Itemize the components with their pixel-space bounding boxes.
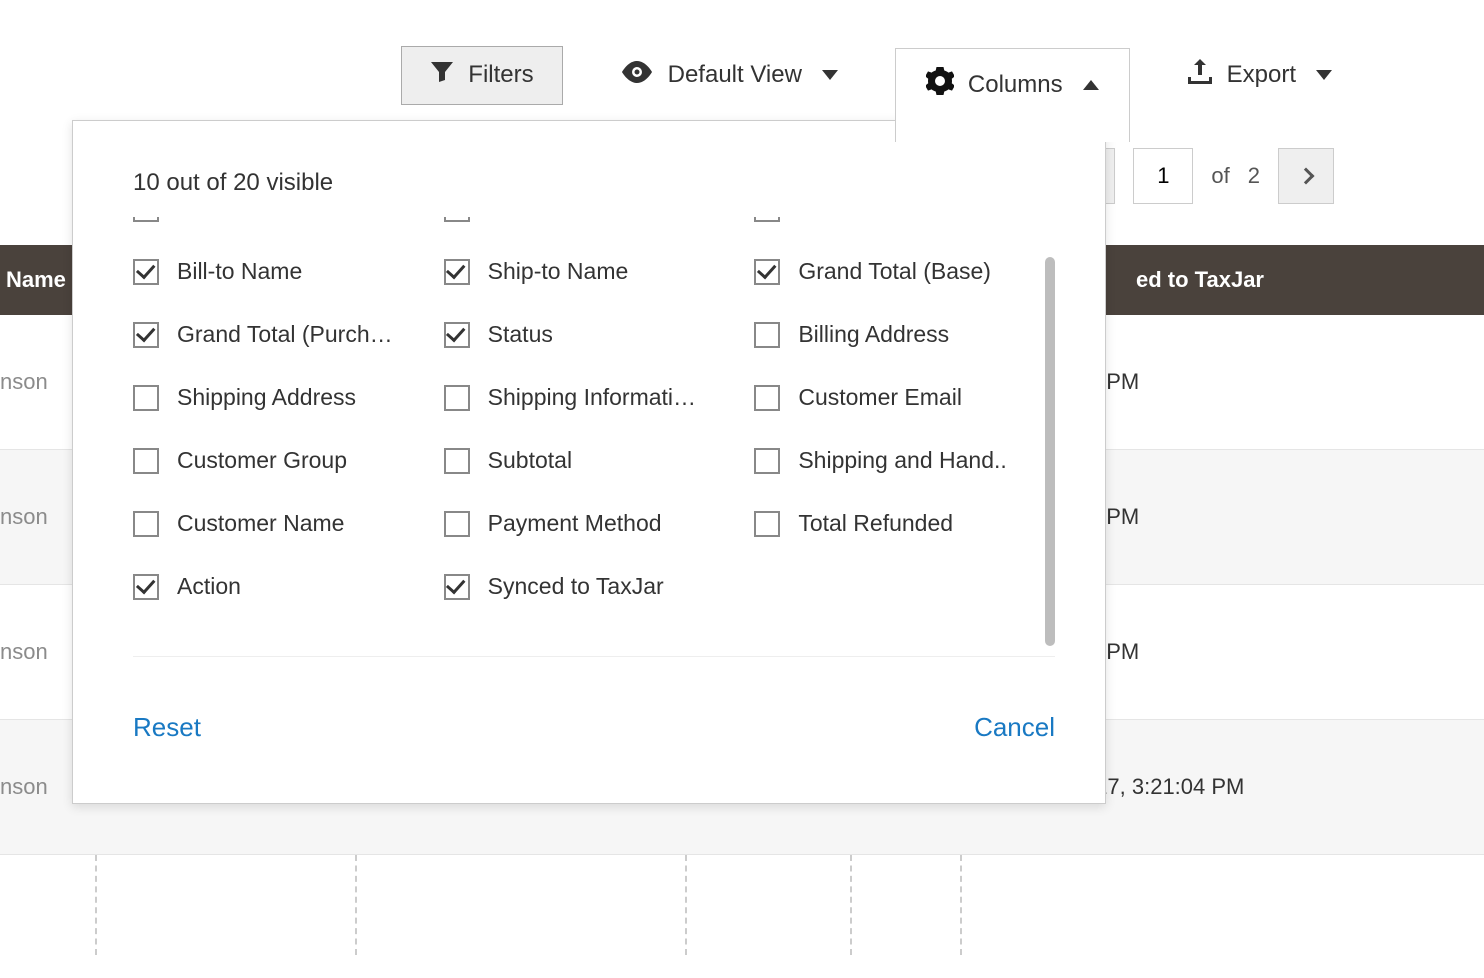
columns-scroll[interactable]: ID Purchase Point Purchase Date Bill-to Nam… [133, 217, 1055, 657]
chevron-right-icon [1298, 168, 1315, 185]
export-label: Export [1227, 61, 1296, 89]
column-option-label: Shipping and Hand.. [798, 447, 1006, 474]
column-option-label: Synced to TaxJar [488, 573, 664, 600]
column-option[interactable]: Customer Email [754, 366, 1055, 429]
eye-icon [620, 61, 654, 90]
checkbox[interactable] [754, 511, 780, 537]
column-option-label: Action [177, 573, 241, 600]
column-option[interactable]: Purchase Date [754, 217, 1055, 240]
caret-down-icon [1316, 70, 1332, 80]
column-option-label: Status [488, 321, 553, 348]
checkbox[interactable] [444, 574, 470, 600]
checkbox[interactable] [133, 322, 159, 348]
checkbox[interactable] [754, 322, 780, 348]
checkbox[interactable] [133, 259, 159, 285]
column-option-label: Shipping Address [177, 384, 356, 411]
column-option[interactable]: Purchase Point [444, 217, 745, 240]
column-option[interactable]: ID [133, 217, 434, 240]
checkbox[interactable] [444, 448, 470, 474]
column-option[interactable]: Customer Name [133, 492, 434, 555]
reset-link[interactable]: Reset [133, 712, 201, 743]
table-row-placeholder [0, 855, 1484, 955]
column-option[interactable]: Shipping Informati… [444, 366, 745, 429]
column-option[interactable]: Shipping Address [133, 366, 434, 429]
default-view-dropdown[interactable]: Default View [618, 51, 840, 100]
checkbox[interactable] [754, 385, 780, 411]
column-option-label: Ship-to Name [488, 258, 629, 285]
checkbox[interactable] [754, 217, 780, 222]
column-option[interactable]: Billing Address [754, 303, 1055, 366]
column-option[interactable]: Payment Method [444, 492, 745, 555]
columns-label: Columns [968, 71, 1063, 99]
column-option[interactable]: Status [444, 303, 745, 366]
caret-up-icon [1083, 80, 1099, 90]
column-option[interactable]: Total Refunded [754, 492, 1055, 555]
column-option-label: Payment Method [488, 510, 662, 537]
next-page-button[interactable] [1278, 148, 1334, 204]
cancel-link[interactable]: Cancel [974, 712, 1055, 743]
checkbox[interactable] [133, 511, 159, 537]
col-header-synced[interactable]: ed to TaxJar [1136, 267, 1264, 293]
column-option[interactable]: Action [133, 555, 434, 618]
export-dropdown[interactable]: Export [1185, 49, 1334, 102]
checkbox[interactable] [444, 259, 470, 285]
column-option[interactable]: Grand Total (Purch… [133, 303, 434, 366]
gear-icon [926, 67, 954, 102]
checkbox[interactable] [133, 217, 159, 222]
pager-of-label: of [1211, 163, 1229, 189]
column-option[interactable]: Shipping and Hand.. [754, 429, 1055, 492]
checkbox[interactable] [133, 574, 159, 600]
column-option-label: Subtotal [488, 447, 572, 474]
default-view-label: Default View [668, 61, 802, 89]
column-option-label: Customer Name [177, 510, 344, 537]
column-option-label: Customer Group [177, 447, 347, 474]
checkbox[interactable] [133, 385, 159, 411]
export-icon [1187, 59, 1213, 92]
grid-toolbar: Filters Default View Columns Export [0, 40, 1484, 110]
column-option-label: Shipping Informati… [488, 384, 696, 411]
column-option-label: Billing Address [798, 321, 949, 348]
column-option-label: Grand Total (Purch… [177, 321, 393, 348]
checkbox[interactable] [444, 511, 470, 537]
column-option-label: Purchase Point [488, 217, 644, 222]
column-option[interactable]: Customer Group [133, 429, 434, 492]
column-option[interactable]: Synced to TaxJar [444, 555, 745, 618]
column-option-label: Customer Email [798, 384, 962, 411]
checkbox[interactable] [444, 322, 470, 348]
filters-label: Filters [468, 61, 533, 89]
column-option-label: Bill-to Name [177, 258, 302, 285]
checkbox[interactable] [444, 385, 470, 411]
columns-dropdown[interactable]: Columns [895, 48, 1130, 142]
checkbox[interactable] [133, 448, 159, 474]
scrollbar[interactable] [1045, 257, 1055, 646]
current-page-input[interactable] [1133, 148, 1193, 204]
pager-total: 2 [1248, 163, 1260, 189]
caret-down-icon [822, 70, 838, 80]
checkbox[interactable] [754, 448, 780, 474]
checkbox[interactable] [754, 259, 780, 285]
column-option-label: Total Refunded [798, 510, 953, 537]
column-option[interactable]: Ship-to Name [444, 240, 745, 303]
column-option-label: ID [177, 217, 200, 222]
column-option[interactable]: Subtotal [444, 429, 745, 492]
column-option-label: Grand Total (Base) [798, 258, 991, 285]
columns-panel: 10 out of 20 visible ID Purchase Point Pur… [72, 120, 1106, 804]
columns-visible-count: 10 out of 20 visible [133, 169, 1055, 197]
column-option[interactable]: Grand Total (Base) [754, 240, 1055, 303]
checkbox[interactable] [444, 217, 470, 222]
column-option[interactable]: Bill-to Name [133, 240, 434, 303]
filters-button[interactable]: Filters [401, 46, 562, 105]
column-option-label: Purchase Date [798, 217, 950, 222]
funnel-icon [430, 61, 454, 90]
